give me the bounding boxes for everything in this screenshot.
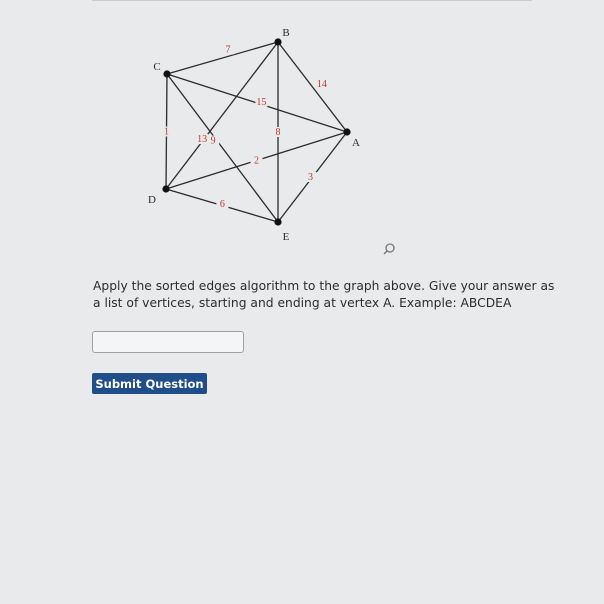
vertex-label-E: E bbox=[283, 231, 290, 243]
vertex-C bbox=[163, 70, 171, 78]
vertex-E bbox=[274, 218, 282, 226]
edge-BD bbox=[165, 41, 279, 190]
edge-weight-DA: 2 bbox=[254, 156, 259, 167]
edge-weight-CA: 15 bbox=[256, 97, 266, 108]
edge-BA bbox=[277, 41, 348, 133]
vertex-A bbox=[343, 128, 351, 136]
vertex-label-B: B bbox=[282, 27, 289, 39]
edge-weight-DE: 6 bbox=[220, 199, 225, 210]
vertex-label-A: A bbox=[352, 137, 360, 149]
submit-question-button[interactable]: Submit Question bbox=[92, 373, 207, 394]
question-text: Apply the sorted edges algorithm to the … bbox=[93, 279, 555, 310]
vertex-D bbox=[162, 185, 170, 193]
edge-weight-BE: 8 bbox=[276, 127, 281, 138]
edge-weight-BD: 13 bbox=[197, 134, 207, 145]
edge-weight-CE: 9 bbox=[211, 136, 216, 147]
edge-weight-BA: 14 bbox=[317, 79, 327, 90]
edge-weight-AE: 3 bbox=[308, 172, 313, 183]
graph-diagram: 7 14 15 13 1 8 9 2 3 6 A B C D E bbox=[148, 27, 360, 243]
vertex-label-D: D bbox=[148, 194, 156, 206]
answer-input[interactable] bbox=[92, 331, 244, 353]
vertex-B bbox=[274, 38, 282, 46]
vertex-label-C: C bbox=[153, 61, 160, 73]
edge-weight-CD: 1 bbox=[164, 127, 169, 138]
magnifier-icon[interactable] bbox=[383, 242, 399, 256]
edge-weight-CB: 7 bbox=[226, 44, 231, 55]
